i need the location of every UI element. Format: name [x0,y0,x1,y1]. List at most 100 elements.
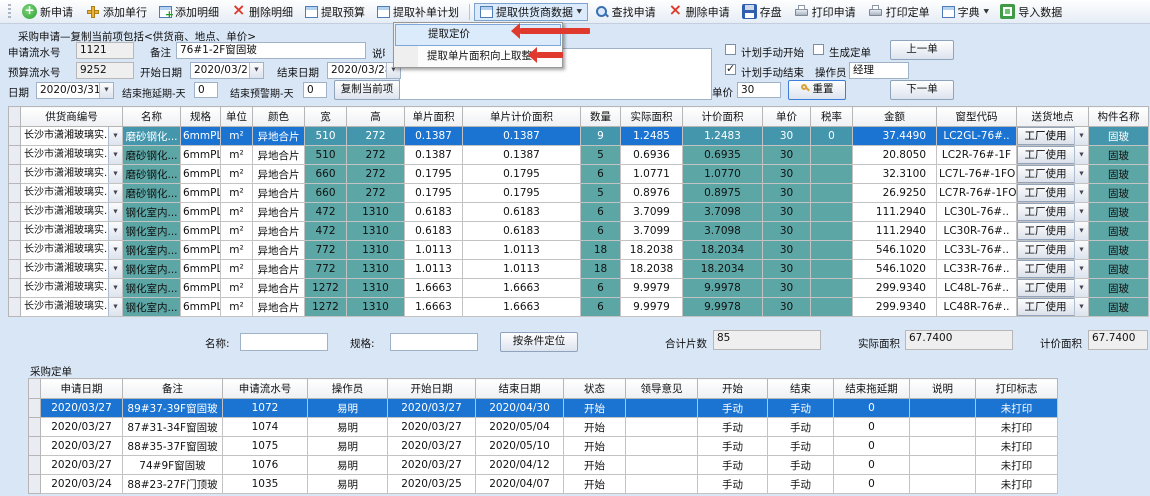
plan-manual-start-checkbox[interactable] [725,44,736,55]
column-header[interactable]: 打印标志 [976,379,1058,399]
column-header[interactable]: 名称 [123,107,181,127]
table-row[interactable]: 长沙市潇湘玻璃实...▼磨砂钢化...6mmPLE...m²异地合片660272… [9,184,1149,203]
grid-cell[interactable]: 30 [763,127,811,146]
chevron-down-icon[interactable]: ▼ [1074,222,1088,240]
grid-cell[interactable]: 111.2940 [853,203,937,222]
grid-cell[interactable]: 2020/03/27 [388,437,476,456]
grid-cell[interactable]: 2020/04/12 [476,456,564,475]
grid-cell[interactable]: 0.1387 [463,127,581,146]
start-date-combobox[interactable]: 2020/03/21▼ [190,62,264,79]
grid-cell[interactable]: 异地合片 [253,298,305,317]
grid-cell[interactable]: 6mmPLE... [181,279,221,298]
grid-cell[interactable] [626,418,698,437]
grid-cell[interactable]: 异地合片 [253,241,305,260]
grid-cell[interactable]: 6 [581,203,621,222]
budget-no-field[interactable]: 9252 [76,62,134,79]
cell-supplier-combobox[interactable]: 长沙市潇湘玻璃实...▼ [21,298,123,317]
grid-cell[interactable]: 1.0770 [683,165,763,184]
table-row[interactable]: 长沙市潇湘玻璃实...▼钢化室内...6mmPLE...m²异地合片127213… [9,279,1149,298]
grid-cell[interactable]: 18 [581,260,621,279]
grid-cell[interactable]: 易明 [308,475,388,494]
grid-cell[interactable]: 易明 [308,399,388,418]
grid-cell[interactable]: 6mmPLE... [181,298,221,317]
grid-cell[interactable]: 1075 [223,437,308,456]
grid-cell[interactable]: 472 [305,203,347,222]
grid-cell[interactable] [811,165,853,184]
grid-cell[interactable]: 6mmPLE... [181,146,221,165]
grid-cell[interactable]: 异地合片 [253,165,305,184]
toolbar-button-dictionary[interactable]: 字典▼ [936,3,995,21]
grid-cell[interactable]: 30 [763,222,811,241]
grid-cell[interactable]: LC30L-76#.. [937,203,1017,222]
grid-cell[interactable]: 固玻 [1089,241,1149,260]
table-row[interactable]: 2020/03/2774#9F窗固玻1076易明2020/03/272020/0… [29,456,1058,475]
grid-cell[interactable] [811,241,853,260]
grid-cell[interactable]: m² [221,241,253,260]
row-header[interactable] [9,298,21,317]
table-row[interactable]: 长沙市潇湘玻璃实...▼磨砂钢化...6mmPLE...m²异地合片510272… [9,127,1149,146]
cell-delivery-combobox[interactable]: 工厂使用▼ [1017,279,1089,298]
grid-cell[interactable]: 0.8975 [683,184,763,203]
cell-supplier-combobox[interactable]: 长沙市潇湘玻璃实...▼ [21,203,123,222]
column-header[interactable]: 备注 [123,379,223,399]
chevron-down-icon[interactable]: ▼ [108,146,122,164]
grid-cell[interactable]: 手动 [768,399,834,418]
grid-cell[interactable]: 9.9979 [621,298,683,317]
grid-cell[interactable]: 手动 [698,399,768,418]
grid-cell[interactable]: 1076 [223,456,308,475]
grid-cell[interactable]: 异地合片 [253,184,305,203]
column-header[interactable]: 计价面积 [683,107,763,127]
grid-cell[interactable]: 2020/03/27 [41,456,123,475]
grid-cell[interactable]: LC33L-76#.. [937,241,1017,260]
column-header[interactable]: 说明 [910,379,976,399]
grid-cell[interactable]: m² [221,279,253,298]
grid-cell[interactable]: 固玻 [1089,298,1149,317]
chevron-down-icon[interactable]: ▼ [1074,203,1088,221]
grid-cell[interactable]: 510 [305,146,347,165]
grid-cell[interactable]: 开始 [564,418,626,437]
grid-cell[interactable] [811,203,853,222]
grid-cell[interactable]: 272 [347,127,405,146]
grid-cell[interactable]: 2020/03/27 [41,418,123,437]
grid-cell[interactable] [811,184,853,203]
chevron-down-icon[interactable]: ▼ [108,127,122,145]
chevron-down-icon[interactable]: ▼ [108,260,122,278]
grid-cell[interactable]: 手动 [698,418,768,437]
grid-cell[interactable]: 0.6183 [463,222,581,241]
grid-cell[interactable]: 1310 [347,260,405,279]
grid-cell[interactable]: 固玻 [1089,184,1149,203]
grid-cell[interactable]: 272 [347,165,405,184]
grid-cell[interactable]: 6mmPLE... [181,203,221,222]
date-combobox[interactable]: 2020/03/31▼ [36,82,114,99]
grid-cell[interactable]: 0.8976 [621,184,683,203]
table-row[interactable]: 长沙市潇湘玻璃实...▼磨砂钢化...6mmPLE...m²异地合片660272… [9,165,1149,184]
grid-cell[interactable]: 272 [347,184,405,203]
chevron-down-icon[interactable]: ▼ [108,279,122,297]
grid-cell[interactable]: 6mmPLE... [181,222,221,241]
grid-cell[interactable]: m² [221,165,253,184]
chevron-down-icon[interactable]: ▼ [1074,165,1088,183]
grid-cell[interactable] [626,437,698,456]
grid-cell[interactable] [811,260,853,279]
request-no-field[interactable]: 1121 [76,42,134,59]
grid-cell[interactable]: 易明 [308,418,388,437]
grid-cell[interactable]: 772 [305,260,347,279]
grid-cell[interactable]: 18 [581,241,621,260]
row-header[interactable] [29,437,41,456]
grid-cell[interactable]: 510 [305,127,347,146]
grid-cell[interactable]: 20.8050 [853,146,937,165]
next-order-button[interactable]: 下一单 [890,80,954,100]
grid-cell[interactable]: 30 [763,184,811,203]
cell-delivery-combobox[interactable]: 工厂使用▼ [1017,184,1089,203]
grid-cell[interactable]: 0 [834,475,910,494]
chevron-down-icon[interactable]: ▼ [249,63,263,78]
grid-cell[interactable]: 18.2038 [621,260,683,279]
grid-cell[interactable]: LC7R-76#-1FO [937,184,1017,203]
grid-cell[interactable]: 30 [763,146,811,165]
chevron-down-icon[interactable]: ▼ [108,222,122,240]
grid-cell[interactable]: 钢化室内... [123,241,181,260]
grid-cell[interactable]: 6 [581,298,621,317]
grid-cell[interactable]: 1072 [223,399,308,418]
grid-cell[interactable]: 手动 [768,475,834,494]
row-header[interactable] [9,127,21,146]
